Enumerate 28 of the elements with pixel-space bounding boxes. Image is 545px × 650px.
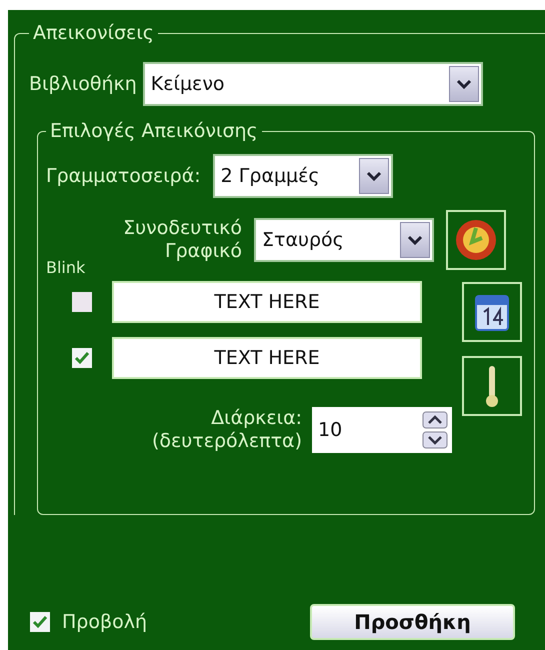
icon-button[interactable] bbox=[446, 210, 506, 270]
checkbox[interactable] bbox=[72, 292, 92, 312]
calendar-icon bbox=[474, 292, 510, 332]
options-group-title: Επιλογές Απεικόνισης bbox=[49, 120, 259, 142]
duration-label: Διάρκεια: (δευτερόλεπτα) bbox=[150, 407, 302, 453]
caret-icon bbox=[407, 235, 423, 245]
checkbox[interactable] bbox=[30, 612, 50, 632]
graphic-dropdown[interactable]: Σταυρός bbox=[254, 218, 434, 262]
text-field[interactable]: TEXT HERE bbox=[112, 337, 422, 379]
library-dropdown[interactable]: Κείμενο bbox=[142, 62, 483, 106]
add-button[interactable]: Προσθήκη bbox=[310, 604, 515, 640]
icon-button[interactable] bbox=[462, 356, 522, 416]
caret-icon bbox=[456, 79, 472, 89]
duration-spinner[interactable]: 10 bbox=[312, 407, 452, 453]
check-icon bbox=[74, 351, 90, 365]
checkbox[interactable] bbox=[72, 348, 92, 368]
thermometer-icon bbox=[484, 364, 500, 408]
check-icon bbox=[32, 615, 48, 629]
blink-label: Blink bbox=[46, 258, 86, 277]
graphic-label: Συνοδευτικό Γραφικό bbox=[122, 217, 242, 263]
caret-icon bbox=[366, 171, 382, 181]
text-field[interactable]: TEXT HERE bbox=[112, 281, 422, 323]
font-label: Γραμματοσειρά: bbox=[46, 165, 201, 187]
icon-button[interactable] bbox=[462, 282, 522, 342]
library-label: Βιβλιοθήκη bbox=[29, 73, 137, 95]
show-label: Προβολή bbox=[62, 611, 148, 633]
group-title: Απεικονίσεις bbox=[32, 22, 155, 44]
font-dropdown[interactable]: 2 Γραμμές bbox=[212, 154, 393, 198]
